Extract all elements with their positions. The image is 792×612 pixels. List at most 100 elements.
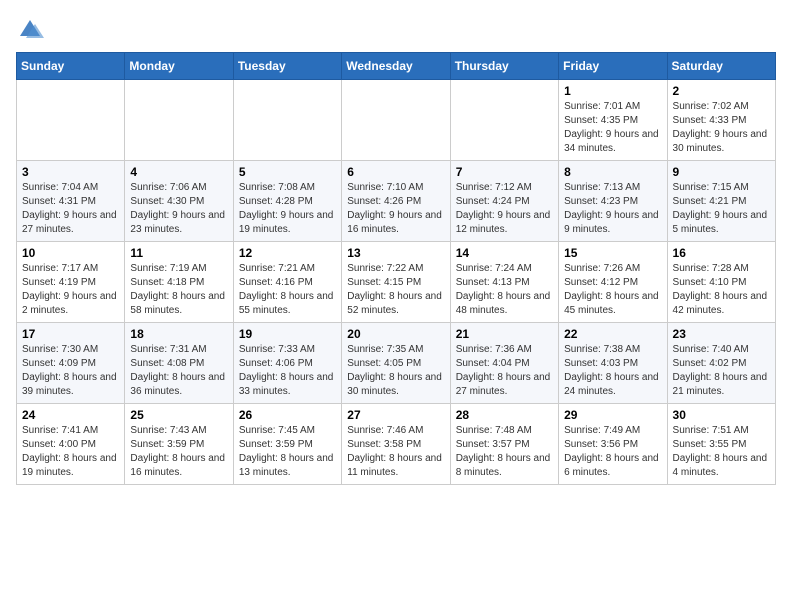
- day-info: Sunrise: 7:01 AMSunset: 4:35 PMDaylight:…: [564, 100, 661, 156]
- day-number: 11: [130, 246, 227, 260]
- calendar-cell: 23 Sunrise: 7:40 AMSunset: 4:02 PMDayligh…: [667, 323, 775, 404]
- day-info: Sunrise: 7:28 AMSunset: 4:10 PMDaylight:…: [673, 262, 770, 318]
- calendar-cell: [233, 80, 341, 161]
- day-info: Sunrise: 7:10 AMSunset: 4:26 PMDaylight:…: [347, 181, 444, 237]
- calendar-cell: 20 Sunrise: 7:35 AMSunset: 4:05 PMDayligh…: [342, 323, 450, 404]
- day-number: 2: [673, 84, 770, 98]
- day-info: Sunrise: 7:48 AMSunset: 3:57 PMDaylight:…: [456, 424, 553, 480]
- day-info: Sunrise: 7:19 AMSunset: 4:18 PMDaylight:…: [130, 262, 227, 318]
- header-cell-saturday: Saturday: [667, 53, 775, 80]
- calendar-cell: 25 Sunrise: 7:43 AMSunset: 3:59 PMDayligh…: [125, 404, 233, 485]
- day-number: 10: [22, 246, 119, 260]
- day-info: Sunrise: 7:15 AMSunset: 4:21 PMDaylight:…: [673, 181, 770, 237]
- day-number: 28: [456, 408, 553, 422]
- calendar-cell: 6 Sunrise: 7:10 AMSunset: 4:26 PMDaylight…: [342, 161, 450, 242]
- day-info: Sunrise: 7:40 AMSunset: 4:02 PMDaylight:…: [673, 343, 770, 399]
- calendar-week-1: 3 Sunrise: 7:04 AMSunset: 4:31 PMDaylight…: [17, 161, 776, 242]
- calendar-cell: 22Sunrise: 7:38 AMSunset: 4:03 PMDayligh…: [559, 323, 667, 404]
- calendar-cell: [342, 80, 450, 161]
- day-number: 19: [239, 327, 336, 341]
- day-number: 6: [347, 165, 444, 179]
- calendar-cell: 27 Sunrise: 7:46 AMSunset: 3:58 PMDayligh…: [342, 404, 450, 485]
- day-info: Sunrise: 7:21 AMSunset: 4:16 PMDaylight:…: [239, 262, 336, 318]
- day-info: Sunrise: 7:13 AMSunset: 4:23 PMDaylight:…: [564, 181, 661, 237]
- day-info: Sunrise: 7:02 AMSunset: 4:33 PMDaylight:…: [673, 100, 770, 156]
- day-info: Sunrise: 7:43 AMSunset: 3:59 PMDaylight:…: [130, 424, 227, 480]
- calendar-cell: 4 Sunrise: 7:06 AMSunset: 4:30 PMDaylight…: [125, 161, 233, 242]
- day-info: Sunrise: 7:46 AMSunset: 3:58 PMDaylight:…: [347, 424, 444, 480]
- day-info: Sunrise: 7:49 AMSunset: 3:56 PMDaylight:…: [564, 424, 661, 480]
- day-number: 15: [564, 246, 661, 260]
- calendar-cell: 28 Sunrise: 7:48 AMSunset: 3:57 PMDayligh…: [450, 404, 558, 485]
- day-number: 29: [564, 408, 661, 422]
- page-header: [16, 16, 776, 44]
- calendar-table: SundayMondayTuesdayWednesdayThursdayFrid…: [16, 52, 776, 485]
- day-number: 16: [673, 246, 770, 260]
- calendar-cell: 26Sunrise: 7:45 AMSunset: 3:59 PMDayligh…: [233, 404, 341, 485]
- header-cell-monday: Monday: [125, 53, 233, 80]
- day-info: Sunrise: 7:33 AMSunset: 4:06 PMDaylight:…: [239, 343, 336, 399]
- calendar-week-3: 17 Sunrise: 7:30 AMSunset: 4:09 PMDayligh…: [17, 323, 776, 404]
- calendar-header-row: SundayMondayTuesdayWednesdayThursdayFrid…: [17, 53, 776, 80]
- day-number: 27: [347, 408, 444, 422]
- calendar-cell: 15 Sunrise: 7:26 AMSunset: 4:12 PMDayligh…: [559, 242, 667, 323]
- day-number: 17: [22, 327, 119, 341]
- day-number: 22: [564, 327, 661, 341]
- day-info: Sunrise: 7:26 AMSunset: 4:12 PMDaylight:…: [564, 262, 661, 318]
- calendar-cell: [450, 80, 558, 161]
- header-cell-thursday: Thursday: [450, 53, 558, 80]
- day-info: Sunrise: 7:04 AMSunset: 4:31 PMDaylight:…: [22, 181, 119, 237]
- day-number: 23: [673, 327, 770, 341]
- calendar-cell: 5 Sunrise: 7:08 AMSunset: 4:28 PMDaylight…: [233, 161, 341, 242]
- day-number: 12: [239, 246, 336, 260]
- calendar-cell: [125, 80, 233, 161]
- day-info: Sunrise: 7:51 AMSunset: 3:55 PMDaylight:…: [673, 424, 770, 480]
- day-number: 18: [130, 327, 227, 341]
- header-cell-tuesday: Tuesday: [233, 53, 341, 80]
- day-info: Sunrise: 7:24 AMSunset: 4:13 PMDaylight:…: [456, 262, 553, 318]
- day-info: Sunrise: 7:06 AMSunset: 4:30 PMDaylight:…: [130, 181, 227, 237]
- calendar-week-4: 24Sunrise: 7:41 AMSunset: 4:00 PMDayligh…: [17, 404, 776, 485]
- day-number: 30: [673, 408, 770, 422]
- calendar-cell: 12 Sunrise: 7:21 AMSunset: 4:16 PMDayligh…: [233, 242, 341, 323]
- day-number: 8: [564, 165, 661, 179]
- calendar-cell: 17 Sunrise: 7:30 AMSunset: 4:09 PMDayligh…: [17, 323, 125, 404]
- calendar-cell: 7 Sunrise: 7:12 AMSunset: 4:24 PMDaylight…: [450, 161, 558, 242]
- day-info: Sunrise: 7:17 AMSunset: 4:19 PMDaylight:…: [22, 262, 119, 318]
- day-info: Sunrise: 7:41 AMSunset: 4:00 PMDaylight:…: [22, 424, 119, 480]
- day-number: 13: [347, 246, 444, 260]
- calendar-cell: 11 Sunrise: 7:19 AMSunset: 4:18 PMDayligh…: [125, 242, 233, 323]
- day-info: Sunrise: 7:35 AMSunset: 4:05 PMDaylight:…: [347, 343, 444, 399]
- day-info: Sunrise: 7:36 AMSunset: 4:04 PMDaylight:…: [456, 343, 553, 399]
- calendar-cell: 13Sunrise: 7:22 AMSunset: 4:15 PMDayligh…: [342, 242, 450, 323]
- calendar-cell: 21Sunrise: 7:36 AMSunset: 4:04 PMDayligh…: [450, 323, 558, 404]
- calendar-cell: 1 Sunrise: 7:01 AMSunset: 4:35 PMDaylight…: [559, 80, 667, 161]
- calendar-cell: 14 Sunrise: 7:24 AMSunset: 4:13 PMDayligh…: [450, 242, 558, 323]
- logo-icon: [16, 16, 44, 44]
- header-cell-wednesday: Wednesday: [342, 53, 450, 80]
- day-info: Sunrise: 7:08 AMSunset: 4:28 PMDaylight:…: [239, 181, 336, 237]
- day-number: 3: [22, 165, 119, 179]
- calendar-cell: 9 Sunrise: 7:15 AMSunset: 4:21 PMDaylight…: [667, 161, 775, 242]
- day-info: Sunrise: 7:30 AMSunset: 4:09 PMDaylight:…: [22, 343, 119, 399]
- calendar-cell: 2 Sunrise: 7:02 AMSunset: 4:33 PMDaylight…: [667, 80, 775, 161]
- calendar-cell: 10 Sunrise: 7:17 AMSunset: 4:19 PMDayligh…: [17, 242, 125, 323]
- calendar-cell: 3 Sunrise: 7:04 AMSunset: 4:31 PMDaylight…: [17, 161, 125, 242]
- calendar-cell: 8 Sunrise: 7:13 AMSunset: 4:23 PMDaylight…: [559, 161, 667, 242]
- day-number: 26: [239, 408, 336, 422]
- day-number: 4: [130, 165, 227, 179]
- day-number: 5: [239, 165, 336, 179]
- header-cell-sunday: Sunday: [17, 53, 125, 80]
- day-number: 25: [130, 408, 227, 422]
- day-number: 1: [564, 84, 661, 98]
- day-number: 20: [347, 327, 444, 341]
- calendar-cell: 18 Sunrise: 7:31 AMSunset: 4:08 PMDayligh…: [125, 323, 233, 404]
- calendar-week-2: 10 Sunrise: 7:17 AMSunset: 4:19 PMDayligh…: [17, 242, 776, 323]
- calendar-cell: [17, 80, 125, 161]
- day-info: Sunrise: 7:31 AMSunset: 4:08 PMDaylight:…: [130, 343, 227, 399]
- day-info: Sunrise: 7:12 AMSunset: 4:24 PMDaylight:…: [456, 181, 553, 237]
- day-number: 14: [456, 246, 553, 260]
- day-number: 7: [456, 165, 553, 179]
- header-cell-friday: Friday: [559, 53, 667, 80]
- day-number: 9: [673, 165, 770, 179]
